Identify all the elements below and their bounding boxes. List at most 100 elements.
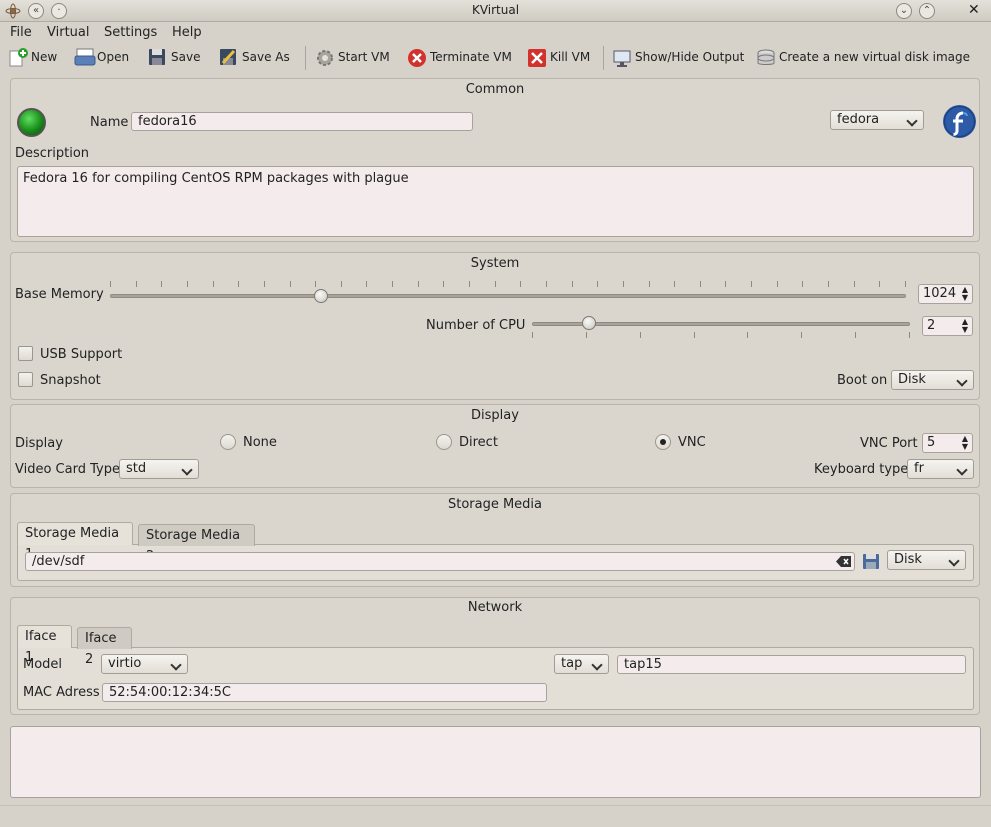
- os-select[interactable]: fedora: [830, 110, 924, 130]
- description-text: Fedora 16 for compiling CentOS RPM packa…: [23, 171, 409, 186]
- snapshot-label[interactable]: Snapshot: [40, 373, 101, 388]
- minimize-button[interactable]: ⌄: [896, 3, 912, 19]
- toolbar-separator: [603, 46, 604, 70]
- spin-arrows-icon[interactable]: ▲ ▼: [962, 318, 968, 334]
- keyboard-type-select[interactable]: fr: [907, 459, 974, 479]
- clear-input-icon[interactable]: [836, 555, 852, 568]
- kill-icon: [527, 48, 546, 67]
- video-card-value: std: [126, 461, 147, 476]
- slider-tick: [545, 281, 547, 287]
- cpu-spinbox[interactable]: 2 ▲ ▼: [922, 316, 973, 336]
- fedora-logo-icon: [943, 105, 976, 138]
- slider-tick: [161, 281, 163, 287]
- slider-tick: [571, 281, 573, 287]
- menu-virtual[interactable]: Virtual: [47, 25, 89, 40]
- slider-tick: [648, 281, 650, 287]
- boot-select[interactable]: Disk: [891, 370, 974, 390]
- open-icon: [74, 48, 96, 66]
- memory-slider-handle[interactable]: [313, 289, 328, 303]
- create-disk-button[interactable]: Create a new virtual disk image: [756, 46, 970, 68]
- output-textarea[interactable]: [10, 726, 981, 798]
- browse-disk-icon[interactable]: [862, 553, 880, 570]
- vnc-port-label: VNC Port: [860, 436, 918, 451]
- cpu-slider-handle[interactable]: [581, 316, 596, 330]
- tab-iface-2[interactable]: Iface 2: [77, 627, 132, 667]
- storage-path-input[interactable]: /dev/sdf: [25, 552, 855, 571]
- memory-slider-track[interactable]: [110, 294, 906, 298]
- slider-tick: [315, 281, 317, 287]
- slider-tick: [469, 281, 471, 287]
- display-direct-label[interactable]: Direct: [459, 435, 498, 450]
- network-mode-select[interactable]: tap: [554, 654, 609, 674]
- terminate-icon: [407, 48, 426, 67]
- slider-tick: [802, 281, 804, 287]
- title-bar: « · KVirtual ⌄ ⌃ ✕: [0, 0, 991, 22]
- save-icon: [148, 48, 166, 66]
- start-vm-button[interactable]: Start VM: [315, 46, 390, 68]
- cpu-spinbox-value: 2: [927, 318, 936, 333]
- window-title: KVirtual: [471, 3, 520, 17]
- tab-storage-media-1[interactable]: Storage Media 1: [17, 522, 133, 562]
- mac-address-input[interactable]: 52:54:00:12:34:5C: [102, 683, 547, 702]
- save-label: Save: [171, 50, 201, 64]
- display-none-radio[interactable]: [220, 434, 236, 450]
- usb-support-label[interactable]: USB Support: [40, 347, 122, 362]
- vnc-port-value: 5: [927, 435, 936, 450]
- model-select[interactable]: virtio: [101, 654, 188, 674]
- new-button[interactable]: New: [8, 46, 57, 68]
- storage-title: Storage Media: [447, 497, 543, 512]
- terminate-vm-label: Terminate VM: [430, 50, 512, 64]
- save-as-button[interactable]: Save As: [219, 46, 290, 68]
- display-vnc-label[interactable]: VNC: [678, 435, 706, 450]
- video-card-select[interactable]: std: [119, 459, 199, 479]
- snapshot-checkbox[interactable]: [18, 372, 33, 387]
- terminate-vm-button[interactable]: Terminate VM: [407, 46, 512, 68]
- tab-iface-1[interactable]: Iface 1: [17, 625, 72, 665]
- open-button[interactable]: Open: [74, 46, 129, 68]
- show-hide-output-button[interactable]: Show/Hide Output: [612, 46, 744, 68]
- slider-tick: [186, 281, 188, 287]
- slider-tick: [520, 281, 522, 287]
- name-input[interactable]: fedora16: [131, 112, 473, 131]
- display-none-label[interactable]: None: [243, 435, 277, 450]
- storage-type-select[interactable]: Disk: [887, 550, 966, 570]
- slider-tick: [855, 332, 857, 338]
- spin-arrows-icon[interactable]: ▲ ▼: [962, 286, 968, 302]
- slider-tick: [639, 332, 641, 338]
- usb-support-checkbox[interactable]: [18, 346, 33, 361]
- tab-storage-media-2[interactable]: Storage Media 2: [138, 524, 255, 564]
- memory-spinbox-value: 1024: [923, 286, 957, 301]
- keyboard-type-label: Keyboard type: [814, 462, 909, 477]
- memory-spinbox[interactable]: 1024 ▲ ▼: [918, 284, 973, 304]
- menu-settings[interactable]: Settings: [104, 25, 157, 40]
- display-vnc-radio[interactable]: [655, 434, 671, 450]
- vnc-port-spinbox[interactable]: 5 ▲ ▼: [922, 433, 973, 453]
- cpu-label: Number of CPU: [426, 318, 526, 333]
- network-title: Network: [467, 600, 523, 615]
- create-disk-label: Create a new virtual disk image: [779, 50, 970, 64]
- kill-vm-label: Kill VM: [550, 50, 591, 64]
- memory-ticks: [110, 281, 906, 289]
- description-textarea[interactable]: Fedora 16 for compiling CentOS RPM packa…: [17, 166, 974, 237]
- storage-type-value: Disk: [894, 552, 922, 567]
- display-direct-radio[interactable]: [436, 434, 452, 450]
- video-card-label: Video Card Type: [15, 462, 120, 477]
- model-select-value: virtio: [108, 656, 142, 671]
- iface-name-input[interactable]: tap15: [617, 655, 966, 674]
- kill-vm-button[interactable]: Kill VM: [527, 46, 590, 68]
- slider-tick: [392, 281, 394, 287]
- maximize-button[interactable]: ⌃: [919, 3, 935, 19]
- save-button[interactable]: Save: [148, 46, 200, 68]
- close-button[interactable]: ✕: [968, 2, 980, 18]
- menu-file[interactable]: File: [10, 25, 32, 40]
- save-as-icon: [219, 48, 237, 66]
- new-label: New: [31, 50, 58, 64]
- model-label: Model: [23, 657, 63, 672]
- slider-tick: [494, 281, 496, 287]
- slider-tick: [212, 281, 214, 287]
- menu-help[interactable]: Help: [172, 25, 202, 40]
- boot-on-label: Boot on: [837, 373, 888, 388]
- spin-arrows-icon[interactable]: ▲ ▼: [962, 435, 968, 451]
- slider-tick: [417, 281, 419, 287]
- slider-tick: [879, 281, 881, 287]
